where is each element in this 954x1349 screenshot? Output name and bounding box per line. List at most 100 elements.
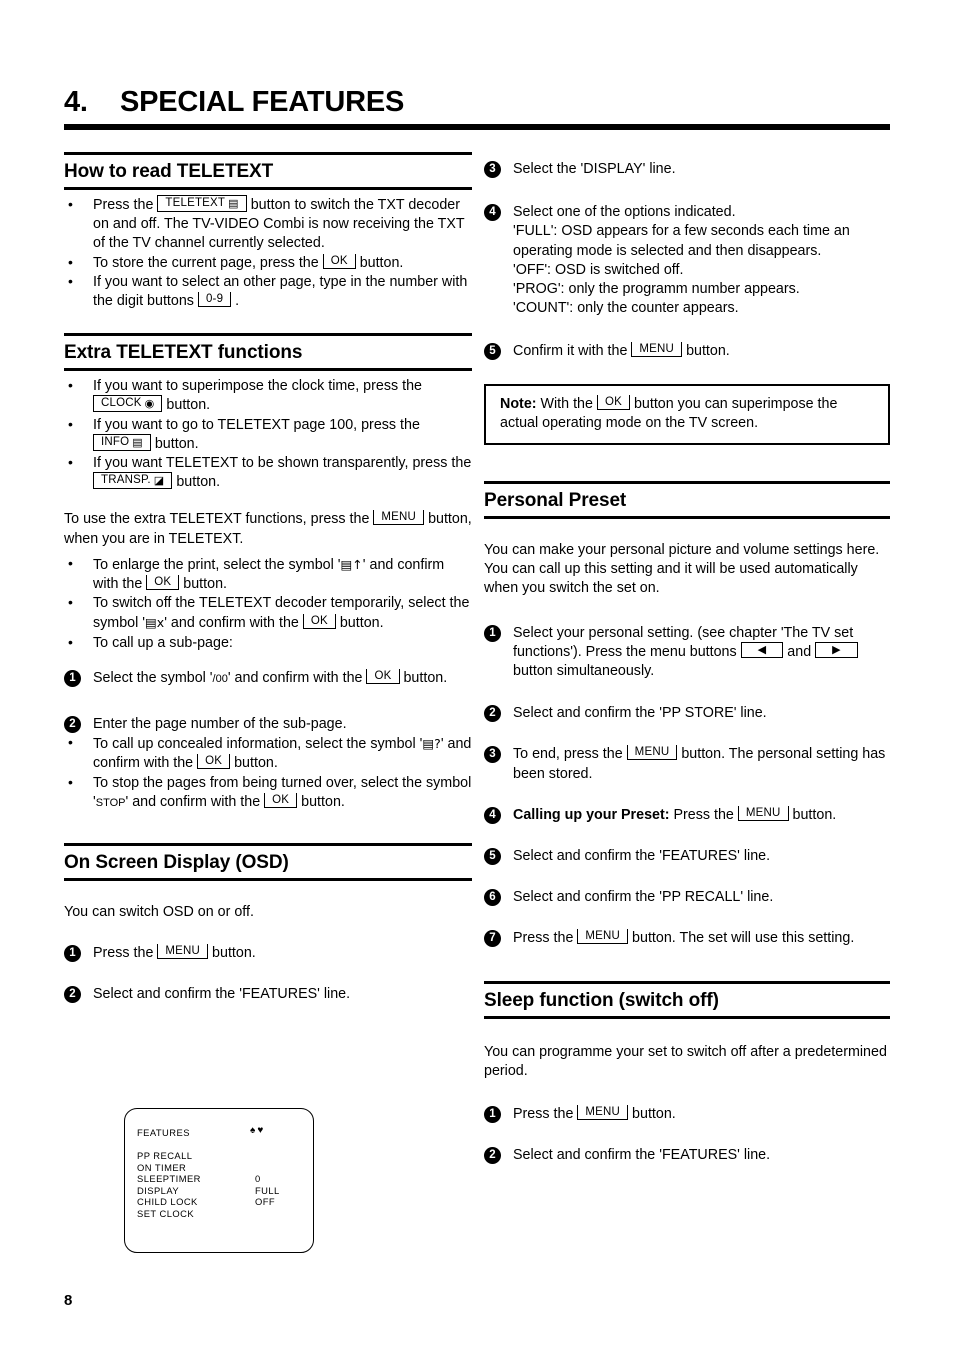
bullet-text-post: button. (183, 576, 227, 593)
chapter-number: 4. (64, 86, 88, 118)
step-number: 7 (484, 930, 501, 948)
key-right-arrow[interactable]: ▶ (815, 641, 858, 658)
key-digits[interactable]: 0-9 (197, 292, 232, 308)
tv-menu-marks-icon: ♠♥ (250, 1125, 266, 1136)
section-rule-bottom (484, 516, 890, 520)
step-preset-1: 1 Select your personal setting. (see cha… (484, 624, 890, 682)
step-preset-4: 4 Calling up your Preset: Press the MENU… (484, 805, 890, 825)
step-text-post: button. (212, 945, 256, 962)
key-info[interactable]: INFO ▤ (93, 433, 151, 451)
key-menu[interactable]: MENU (626, 745, 678, 761)
key-clock[interactable]: CLOCK ◉ (93, 395, 163, 413)
info-icon: ▤ (132, 436, 143, 449)
key-menu[interactable]: MENU (373, 510, 425, 526)
step-number: 3 (484, 161, 501, 178)
section-extra-teletext-functions: Extra TELETEXT functions If you want to … (64, 333, 472, 813)
list-item: To call up a sub-page: (64, 633, 472, 653)
step-preset-5: 5 Select and confirm the 'FEATURES' line… (484, 847, 890, 866)
tv-row-label: SLEEPTIMER (137, 1173, 201, 1185)
left-column: How to read TELETEXT Press the TELETEXT▤… (64, 152, 472, 1005)
step-text-post: button. The set will use this setting. (632, 930, 855, 947)
teletext-bullet-list: Press the TELETEXT▤ button to switch the… (64, 195, 472, 311)
tv-row-value: OFF (255, 1196, 276, 1208)
teletext-enlarge-symbol: ▤↑ (340, 556, 363, 572)
tv-menu-row[interactable]: CHILD LOCK OFF (137, 1196, 303, 1208)
list-item: If you want to superimpose the clock tim… (64, 376, 472, 415)
list-item: To stop the pages from being turned over… (64, 773, 472, 813)
step-text-pre: Press the (513, 1106, 574, 1123)
step-text-pre: Select the symbol ' (93, 669, 213, 686)
section-heading: How to read TELETEXT (64, 161, 274, 182)
key-ok[interactable]: OK (197, 754, 231, 770)
bullet-text-post: button. (234, 755, 278, 772)
key-label: TRANSP. (101, 474, 151, 487)
subpage-symbol: /00 (212, 672, 228, 685)
step-text-pre: To end, press the (513, 746, 623, 763)
bullet-text-post: . (235, 293, 240, 310)
key-ok[interactable]: OK (366, 668, 400, 684)
tv-menu-row[interactable]: ON TIMER (137, 1162, 303, 1174)
bullet-text-post: button. (176, 474, 221, 491)
intro-text-pre: To use the extra TELETEXT functions, pre… (64, 511, 370, 528)
tv-menu-row[interactable]: DISPLAY FULL (137, 1185, 303, 1197)
teletext-off-symbol: ▤x (145, 615, 165, 631)
step-number: 6 (484, 889, 501, 907)
step-number: 1 (484, 624, 501, 642)
key-transparent[interactable]: TRANSP. ◪ (93, 472, 173, 490)
key-left-arrow[interactable]: ◀ (740, 641, 784, 658)
section-sleep-function: Sleep function (switch off) You can prog… (484, 980, 890, 1166)
key-label: MENU (585, 930, 621, 943)
option-count: 'COUNT': only the counter appears. (513, 300, 739, 317)
key-menu[interactable]: MENU (577, 1105, 629, 1121)
key-menu[interactable]: MENU (631, 342, 683, 358)
step-number: 5 (484, 343, 501, 361)
tv-row-label: DISPLAY (137, 1184, 180, 1196)
tv-menu-row[interactable]: SET CLOCK (137, 1208, 303, 1220)
step-sleep-1: 1 Press the MENU button. (484, 1105, 890, 1124)
step-text: Select and confirm the 'FEATURES' line. (513, 848, 771, 865)
bullet-text-pre: Press the (93, 197, 154, 213)
tv-menu-row[interactable]: PP RECALL (137, 1150, 303, 1162)
step-text-pre: Press the (673, 806, 734, 823)
bullet-text-pre: To call up a sub-page: (93, 634, 233, 651)
key-label: OK (330, 254, 348, 267)
key-ok[interactable]: OK (264, 792, 298, 808)
extra-teletext-intro: To use the extra TELETEXT functions, pre… (64, 510, 472, 548)
tv-row-value: 0 (255, 1173, 261, 1185)
step-number: 2 (64, 986, 81, 1004)
option-full-cont: operating mode is selected and then disa… (513, 242, 822, 259)
key-ok[interactable]: OK (596, 394, 630, 410)
step-osd-2: 2 Select and confirm the 'FEATURES' line… (64, 985, 472, 1004)
option-full: 'FULL': OSD appears for a few seconds ea… (513, 223, 850, 240)
teletext-icon: ▤ (228, 198, 239, 210)
extra-teletext-bullet-list-3: To call up concealed information, select… (64, 733, 472, 813)
tv-row-label: PP RECALL (137, 1150, 193, 1161)
section-how-to-read-teletext: How to read TELETEXT Press the TELETEXT▤… (64, 152, 472, 311)
note-box: Note: With the OK button you can superim… (484, 383, 890, 446)
tv-row-value: FULL (255, 1184, 280, 1196)
key-ok[interactable]: OK (302, 614, 336, 630)
key-label: TELETEXT (165, 197, 226, 209)
tv-menu-row[interactable]: SLEEPTIMER 0 (137, 1173, 303, 1185)
tv-screen-illustration: FEATURES ♠♥ PP RECALL ON TIMER SLEEPTIME… (124, 1108, 314, 1253)
key-label: MENU (585, 1106, 621, 1119)
section-heading: Sleep function (switch off) (484, 989, 719, 1011)
key-ok[interactable]: OK (322, 253, 356, 269)
key-menu[interactable]: MENU (737, 805, 789, 821)
bullet-text-post: button. (166, 397, 211, 414)
step-number: 3 (484, 746, 501, 764)
key-ok[interactable]: OK (146, 575, 180, 591)
step-number: 2 (64, 716, 81, 734)
step-text-pre: Select and confirm the 'FEATURES' line. (93, 986, 351, 1003)
section-on-screen-display: On Screen Display (OSD) You can switch O… (64, 843, 472, 1005)
bullet-text-pre: If you want to go to TELETEXT page 100, … (93, 416, 420, 433)
key-menu[interactable]: MENU (157, 944, 209, 960)
key-label: 0-9 (205, 293, 224, 306)
bullet-text-pre: If you want to select an other page, typ… (93, 273, 468, 310)
key-label: OK (604, 395, 622, 408)
section-heading: Personal Preset (484, 490, 627, 512)
key-menu[interactable]: MENU (577, 929, 629, 945)
key-teletext[interactable]: TELETEXT ▤ (157, 195, 247, 212)
section-heading: On Screen Display (OSD) (64, 852, 289, 874)
step-text: Select and confirm the 'FEATURES' line. (513, 1147, 771, 1164)
